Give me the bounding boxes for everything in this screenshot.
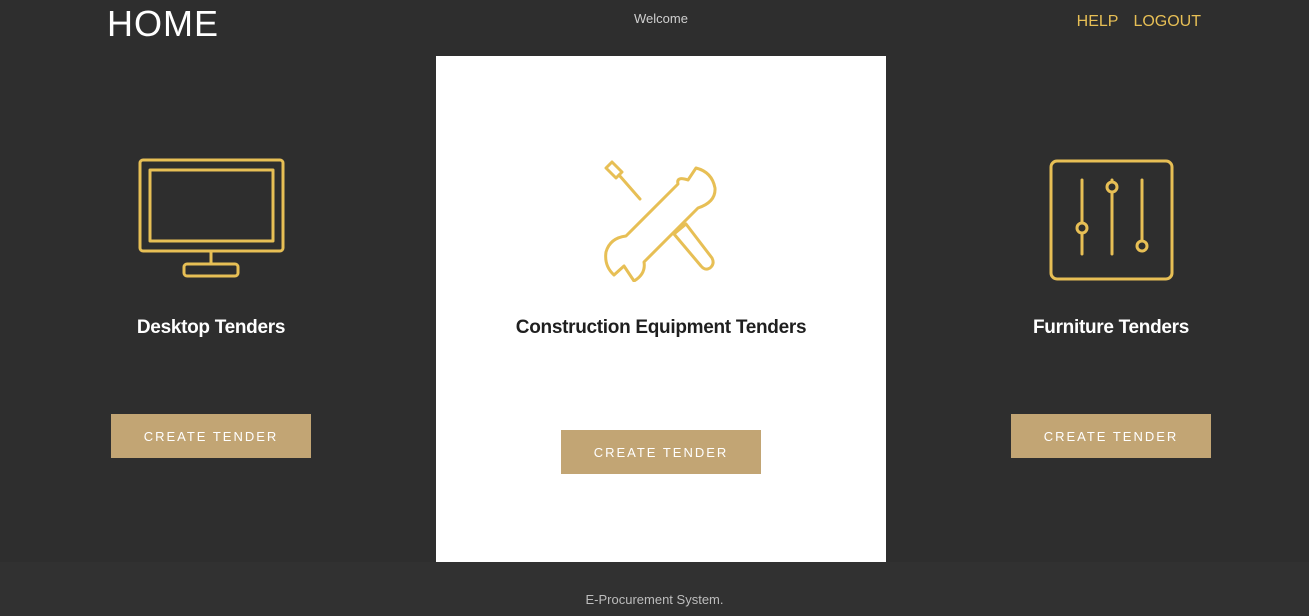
card-furniture-tenders: Furniture Tenders CREATE TENDER <box>886 56 1309 562</box>
footer: E-Procurement System. <box>0 562 1309 616</box>
sliders-icon <box>1036 158 1186 282</box>
card-desktop-tenders: Desktop Tenders CREATE TENDER <box>0 56 436 562</box>
card-title: Furniture Tenders <box>1032 317 1190 338</box>
logout-link[interactable]: LOGOUT <box>1133 13 1201 31</box>
monitor-icon <box>136 158 286 282</box>
top-nav: HELP LOGOUT <box>1077 13 1201 31</box>
tools-icon <box>586 158 736 282</box>
help-link[interactable]: HELP <box>1077 13 1119 31</box>
create-tender-button[interactable]: CREATE TENDER <box>111 414 311 458</box>
main-content: Desktop Tenders CREATE TENDER Constructi… <box>0 56 1309 562</box>
card-title: Desktop Tenders <box>136 317 286 338</box>
create-tender-button[interactable]: CREATE TENDER <box>1011 414 1211 458</box>
footer-text: E-Procurement System. <box>585 592 724 607</box>
header: HOME Welcome HELP LOGOUT <box>0 0 1309 56</box>
page-title: HOME <box>107 3 219 44</box>
card-title: Construction Equipment Tenders <box>515 317 807 338</box>
card-construction-equipment-tenders: Construction Equipment Tenders CREATE TE… <box>436 56 886 562</box>
welcome-text: Welcome <box>634 11 688 26</box>
create-tender-button[interactable]: CREATE TENDER <box>561 430 761 474</box>
